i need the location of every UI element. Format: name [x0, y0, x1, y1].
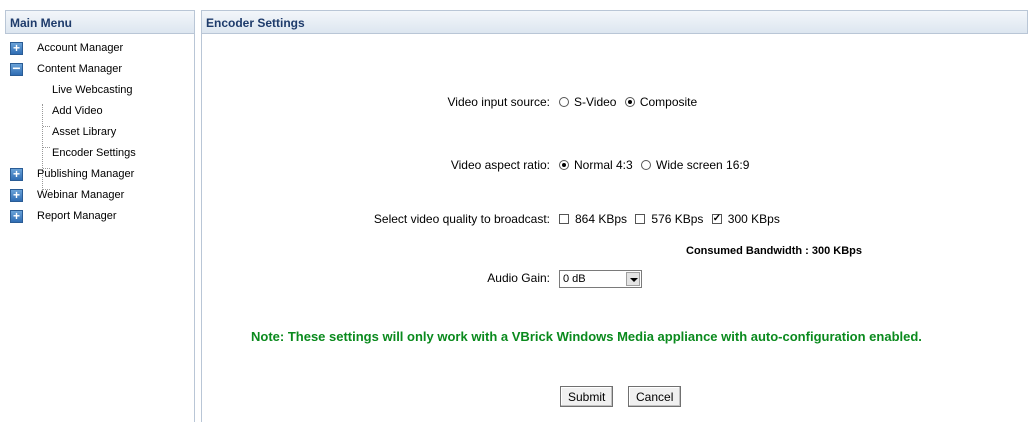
menu-item-label: Report Manager	[37, 210, 117, 222]
menu-item-encoder-settings[interactable]: Encoder Settings	[5, 143, 194, 164]
configuration-note: Note: These settings will only work with…	[251, 329, 922, 344]
consumed-bandwidth: Consumed Bandwidth : 300 KBps	[686, 245, 863, 257]
normal-43-radio[interactable]	[559, 160, 569, 170]
menu-item-content-manager[interactable]: − Content Manager	[5, 59, 194, 80]
quality-576-label: 576 KBps	[651, 212, 704, 226]
quality-864-option[interactable]: 864 KBps	[559, 209, 627, 229]
quality-300-option[interactable]: 300 KBps	[711, 209, 780, 229]
video-input-row: Video input source: S-Video Composite	[202, 92, 1028, 112]
quality-label: Select video quality to broadcast:	[373, 212, 550, 226]
composite-radio[interactable]	[624, 97, 635, 107]
svideo-radio[interactable]	[559, 97, 569, 107]
main-menu-title: Main Menu	[5, 10, 194, 34]
menu-item-label: Content Manager	[37, 63, 122, 75]
menu-item-webinar-manager[interactable]: + Webinar Manager	[5, 185, 194, 206]
menu-item-label: Live Webcasting	[52, 84, 133, 96]
quality-300-label: 300 KBps	[727, 212, 780, 226]
menu-tree: + Account Manager − Content Manager Live…	[5, 34, 194, 227]
menu-item-report-manager[interactable]: + Report Manager	[5, 206, 194, 227]
quality-row: Select video quality to broadcast: 864 K…	[202, 209, 1028, 229]
aspect-ratio-row: Video aspect ratio: Normal 4:3 Wide scre…	[202, 155, 1028, 175]
audio-gain-row: Audio Gain: 0 dB	[202, 268, 1028, 288]
wide-169-label: Wide screen 16:9	[656, 158, 750, 172]
audio-gain-select[interactable]: 0 dB	[559, 269, 642, 288]
expand-icon[interactable]: +	[10, 210, 23, 223]
quality-576-checkbox[interactable]	[635, 214, 646, 224]
audio-gain-label: Audio Gain:	[487, 271, 550, 285]
submit-button[interactable]: Submit	[560, 386, 614, 407]
video-input-svideo-option[interactable]: S-Video	[559, 92, 616, 112]
svideo-label: S-Video	[574, 95, 617, 109]
menu-item-label: Account Manager	[37, 42, 124, 54]
wide-169-radio[interactable]	[641, 160, 652, 170]
quality-300-checkbox[interactable]	[711, 210, 722, 228]
quality-864-label: 864 KBps	[575, 212, 628, 226]
quality-864-checkbox[interactable]	[559, 214, 569, 224]
expand-icon[interactable]: +	[10, 42, 23, 55]
menu-item-label: Add Video	[52, 105, 103, 117]
video-input-label: Video input source:	[447, 95, 550, 109]
collapse-icon[interactable]: −	[10, 61, 23, 76]
quality-576-option[interactable]: 576 KBps	[635, 209, 703, 229]
menu-item-asset-library[interactable]: Asset Library	[5, 122, 194, 143]
audio-gain-value: 0 dB	[563, 272, 586, 285]
dropdown-arrow-icon[interactable]	[626, 271, 640, 286]
expand-icon[interactable]: +	[10, 168, 23, 181]
menu-item-publishing-manager[interactable]: + Publishing Manager	[5, 164, 194, 185]
menu-item-account-manager[interactable]: + Account Manager	[5, 38, 194, 59]
menu-item-label: Publishing Manager	[37, 168, 135, 180]
normal-43-label: Normal 4:3	[574, 158, 633, 172]
composite-label: Composite	[639, 95, 698, 109]
video-input-composite-option[interactable]: Composite	[624, 92, 698, 112]
cancel-button[interactable]: Cancel	[628, 386, 682, 407]
menu-item-add-video[interactable]: Add Video	[5, 101, 194, 122]
menu-item-label: Asset Library	[52, 126, 117, 138]
menu-item-label: Webinar Manager	[37, 189, 125, 201]
expand-icon[interactable]: +	[10, 189, 23, 202]
menu-item-label: Encoder Settings	[52, 147, 136, 159]
aspect-wide-option[interactable]: Wide screen 16:9	[641, 155, 749, 175]
main-menu-sidebar: Main Menu + Account Manager − Content Ma…	[5, 10, 195, 422]
encoder-settings-panel: Encoder Settings Video input source: S-V…	[201, 10, 1028, 422]
aspect-ratio-label: Video aspect ratio:	[450, 158, 550, 172]
page-title: Encoder Settings	[202, 10, 1028, 34]
aspect-normal-option[interactable]: Normal 4:3	[559, 155, 633, 175]
menu-item-live-webcasting[interactable]: Live Webcasting	[5, 80, 194, 101]
